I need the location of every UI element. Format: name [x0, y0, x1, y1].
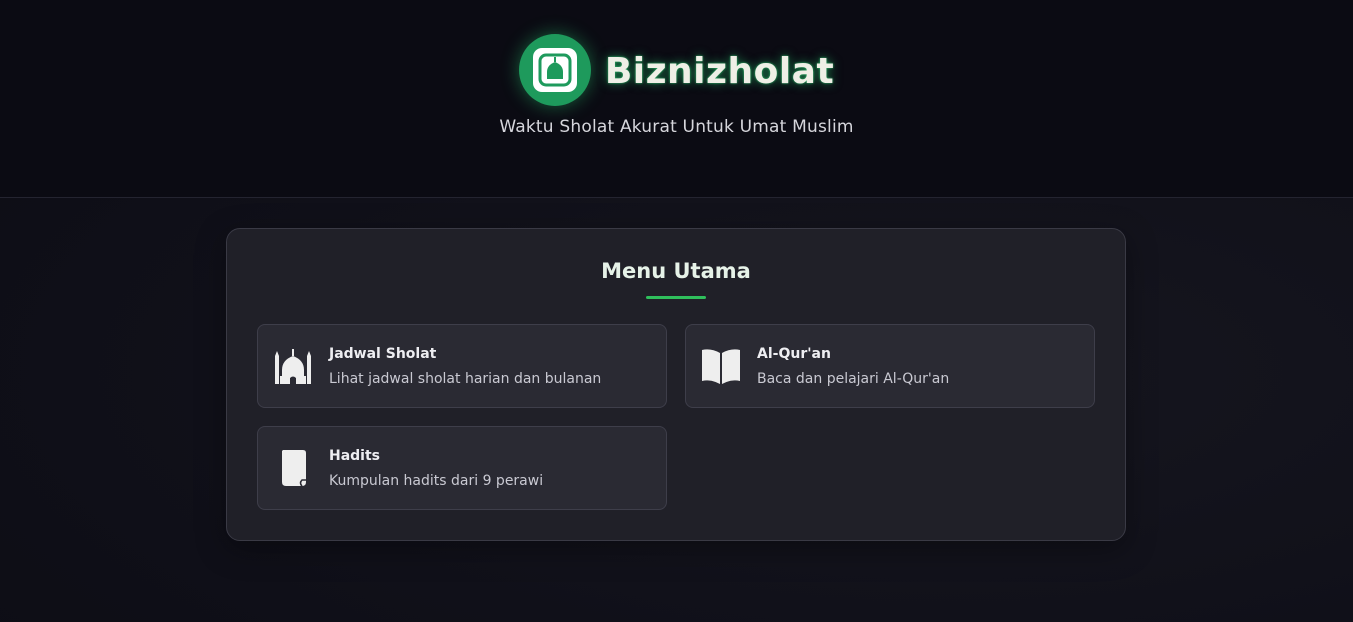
main-menu-card: Menu Utama Jadwal Sholat Lihat jadwal sh… — [226, 228, 1126, 541]
menu-item-description: Baca dan pelajari Al-Qur'an — [757, 371, 950, 387]
menu-item-description: Kumpulan hadits dari 9 perawi — [329, 473, 544, 489]
menu-item-label: Al-Qur'an — [757, 346, 831, 362]
open-book-icon — [701, 345, 741, 387]
logo — [518, 34, 591, 106]
menu-title: Menu Utama — [601, 259, 751, 283]
menu-item-hadits[interactable]: Hadits Kumpulan hadits dari 9 perawi — [257, 426, 667, 510]
mosque-dome-icon — [532, 48, 577, 92]
brand-name: Biznizholat — [604, 50, 835, 92]
menu-item-description: Lihat jadwal sholat harian dan bulanan — [329, 371, 602, 387]
menu-item-al-quran[interactable]: Al-Qur'an Baca dan pelajari Al-Qur'an — [685, 324, 1095, 408]
menu-item-label: Jadwal Sholat — [329, 346, 437, 362]
menu-item-jadwal-sholat[interactable]: Jadwal Sholat Lihat jadwal sholat harian… — [257, 324, 667, 408]
title-underline — [646, 296, 706, 299]
scroll-icon — [273, 447, 313, 489]
tagline: Waktu Sholat Akurat Untuk Umat Muslim — [499, 117, 854, 137]
menu-item-label: Hadits — [329, 448, 381, 464]
brand[interactable]: Biznizholat — [0, 34, 1353, 106]
page: Biznizholat Waktu Sholat Akurat Untuk Um… — [0, 0, 1353, 622]
site-header: Biznizholat Waktu Sholat Akurat Untuk Um… — [0, 0, 1353, 198]
mosque-icon — [273, 345, 313, 387]
